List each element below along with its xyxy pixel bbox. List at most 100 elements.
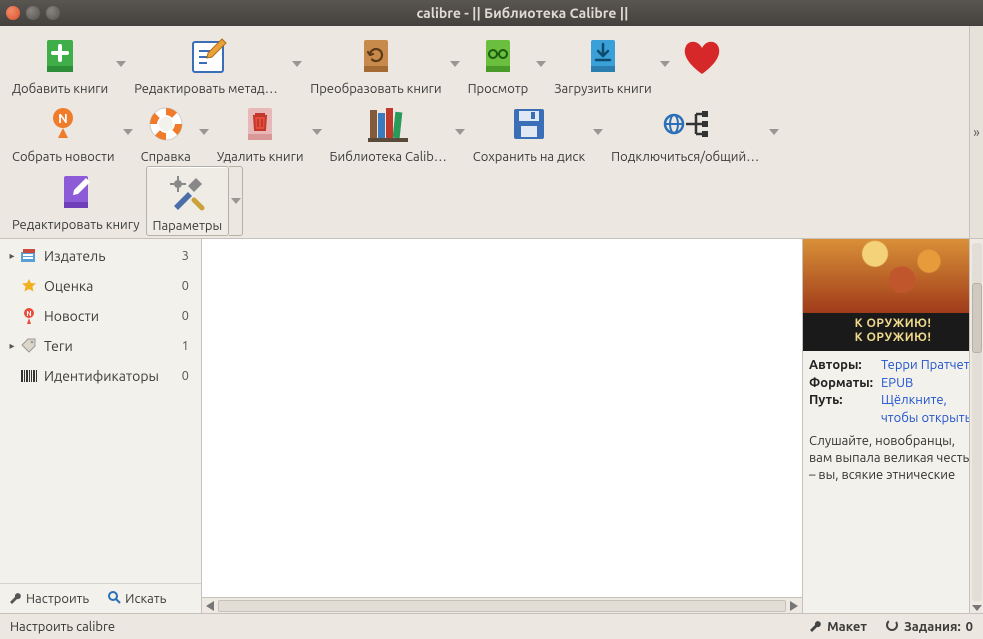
layout-button[interactable]: Макет	[808, 618, 867, 635]
view-button[interactable]: Просмотр	[462, 30, 535, 98]
tag-browser: ▸ Издатель 3 Оценка 0 N Новости 0 ▸ Теги	[0, 239, 202, 613]
jobs-button[interactable]: Задания: 0	[885, 618, 973, 635]
scroll-right-button[interactable]	[786, 599, 802, 613]
cover-artwork	[803, 239, 983, 313]
download-book-icon	[579, 32, 627, 80]
floppy-icon	[505, 100, 553, 148]
save-to-disk-dropdown[interactable]	[591, 108, 605, 156]
news-pin-icon: N	[20, 307, 38, 325]
tool-label: Справка	[141, 150, 191, 164]
spinner-icon	[885, 618, 899, 635]
edit-book-button[interactable]: Редактировать книгу	[6, 166, 146, 236]
publisher-icon	[20, 247, 38, 265]
tool-label: Параметры	[153, 219, 223, 233]
tool-label: Удалить книги	[217, 150, 304, 164]
connect-share-button[interactable]: Подключиться/общий доступ	[605, 98, 767, 166]
tag-icon	[20, 337, 38, 355]
tool-label: Загрузить книги	[554, 82, 651, 96]
tag-label: Оценка	[44, 278, 182, 294]
tag-row-news[interactable]: N Новости 0	[0, 301, 201, 331]
expand-icon[interactable]: ▸	[6, 340, 18, 352]
star-icon	[20, 277, 38, 295]
fetch-news-button[interactable]: N Собрать новости	[6, 98, 121, 166]
book-details-panel: К ОРУЖИЮ! К ОРУЖИЮ! Авторы: Терри Пратче…	[803, 239, 983, 613]
tag-count: 0	[182, 279, 193, 293]
scroll-track[interactable]	[218, 600, 786, 612]
tool-label: Редактировать книгу	[12, 218, 140, 232]
edit-metadata-button[interactable]: Редактировать метаданные	[128, 30, 290, 98]
view-icon	[474, 32, 522, 80]
convert-books-button[interactable]: Преобразовать книги	[304, 30, 447, 98]
scroll-down-icon[interactable]	[972, 605, 982, 613]
get-books-button[interactable]: Загрузить книги	[548, 30, 657, 98]
tag-label: Теги	[44, 338, 182, 354]
toolbar-overflow[interactable]: »	[969, 26, 983, 238]
get-books-dropdown[interactable]	[658, 40, 672, 88]
book-list-view[interactable]	[202, 239, 802, 597]
fetch-news-dropdown[interactable]	[121, 108, 135, 156]
tag-row-publisher[interactable]: ▸ Издатель 3	[0, 241, 201, 271]
meta-path-label: Путь:	[809, 392, 881, 427]
add-books-button[interactable]: Добавить книги	[6, 30, 114, 98]
remove-books-dropdown[interactable]	[310, 108, 324, 156]
expand-icon[interactable]: ▸	[6, 250, 18, 262]
window-close-button[interactable]	[6, 6, 20, 20]
connect-share-dropdown[interactable]	[767, 108, 781, 156]
svg-text:N: N	[26, 310, 31, 318]
window-minimize-button[interactable]	[26, 6, 40, 20]
sidebar-configure[interactable]: Настроить	[8, 590, 89, 607]
tag-row-identifiers[interactable]: Идентификаторы 0	[0, 361, 201, 391]
view-dropdown[interactable]	[534, 40, 548, 88]
cover-title-line2: К ОРУЖИЮ!	[805, 331, 981, 345]
tool-label: Просмотр	[468, 82, 529, 96]
wrench-icon	[8, 590, 22, 607]
donate-button[interactable]	[672, 30, 732, 98]
sidebar-find[interactable]: Искать	[107, 590, 166, 607]
library-icon	[364, 100, 412, 148]
scroll-left-button[interactable]	[202, 599, 218, 613]
window-maximize-button[interactable]	[46, 6, 60, 20]
search-icon	[107, 590, 121, 607]
svg-text:N: N	[58, 112, 68, 126]
main-area: ▸ Издатель 3 Оценка 0 N Новости 0 ▸ Теги	[0, 239, 983, 613]
library-button[interactable]: Библиотека Calib…	[324, 98, 453, 166]
tool-label: Собрать новости	[12, 150, 115, 164]
add-book-icon	[36, 32, 84, 80]
convert-books-dropdown[interactable]	[448, 40, 462, 88]
meta-authors-label: Авторы:	[809, 357, 881, 375]
statusbar: Настроить calibre Макет Задания: 0	[0, 613, 983, 639]
help-button[interactable]: Справка	[135, 98, 197, 166]
trash-book-icon	[236, 100, 284, 148]
status-hint: Настроить calibre	[10, 620, 790, 634]
tool-label: Библиотека Calib…	[330, 150, 447, 164]
tag-row-rating[interactable]: Оценка 0	[0, 271, 201, 301]
details-scrollbar[interactable]	[969, 239, 983, 613]
cover-title-line1: К ОРУЖИЮ!	[805, 317, 981, 331]
preferences-icon	[163, 169, 211, 217]
tool-label: Добавить книги	[12, 82, 108, 96]
tag-count: 1	[182, 339, 193, 353]
library-dropdown[interactable]	[453, 108, 467, 156]
scroll-thumb[interactable]	[972, 283, 982, 353]
titlebar: calibre - || Библиотека Calibre ||	[0, 0, 983, 26]
edit-metadata-dropdown[interactable]	[290, 40, 304, 88]
remove-books-button[interactable]: Удалить книги	[211, 98, 310, 166]
book-list-panel	[202, 239, 803, 613]
save-to-disk-button[interactable]: Сохранить на диск	[467, 98, 591, 166]
window-title: calibre - || Библиотека Calibre ||	[68, 5, 977, 21]
meta-formats-link[interactable]: EPUB	[881, 375, 913, 393]
meta-authors-link[interactable]: Терри Пратчетт	[881, 357, 976, 375]
tool-label: Сохранить на диск	[473, 150, 585, 164]
tag-row-tags[interactable]: ▸ Теги 1	[0, 331, 201, 361]
horizontal-scrollbar[interactable]	[202, 597, 802, 613]
help-dropdown[interactable]	[197, 108, 211, 156]
book-cover[interactable]: К ОРУЖИЮ! К ОРУЖИЮ!	[803, 239, 983, 351]
preferences-dropdown[interactable]	[229, 166, 243, 236]
preferences-button[interactable]: Параметры	[146, 166, 230, 236]
meta-formats-label: Форматы:	[809, 375, 881, 393]
add-books-dropdown[interactable]	[114, 40, 128, 88]
meta-path-link[interactable]: Щёлкните, чтобы открыть	[881, 392, 977, 427]
heart-icon	[678, 32, 726, 80]
book-description: Слушайте, новобранцы, вам выпала великая…	[803, 431, 983, 486]
lifebuoy-icon	[142, 100, 190, 148]
